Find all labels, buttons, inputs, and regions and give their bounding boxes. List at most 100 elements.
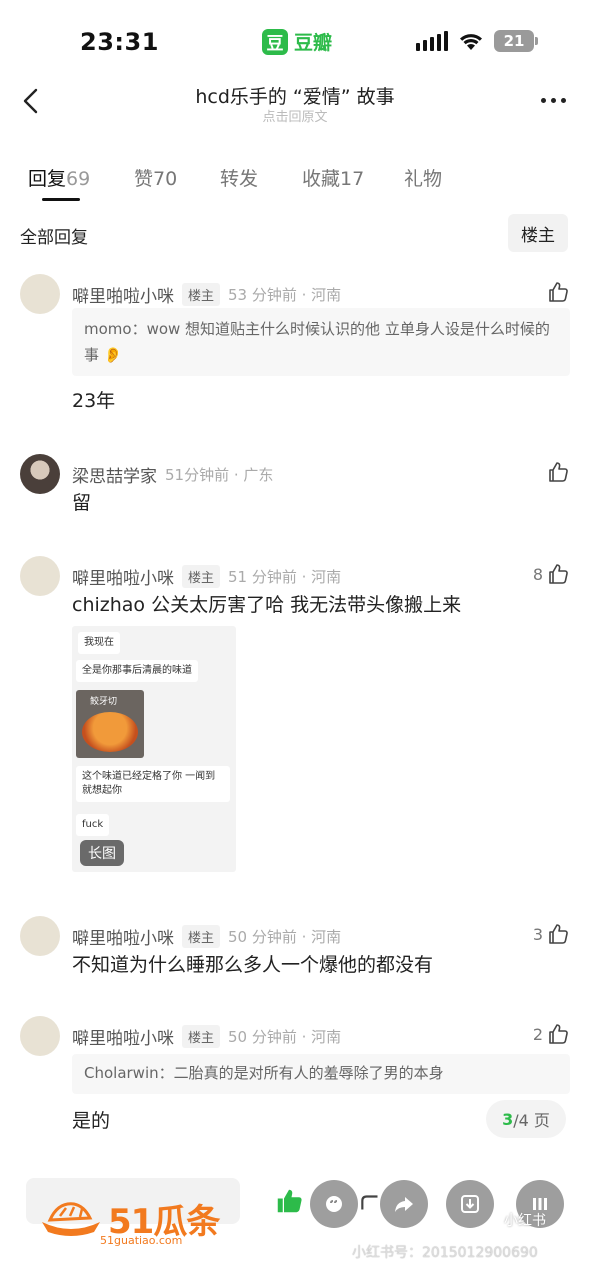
- tab-likes-label: 赞: [134, 168, 154, 190]
- thumbs-up-icon: [549, 924, 568, 944]
- comment-header: 梁思喆学家 51分钟前 · 广东: [72, 462, 273, 487]
- comment-author[interactable]: 噼里啪啦小咪: [72, 924, 174, 949]
- like-button[interactable]: 2: [533, 1022, 570, 1046]
- comment-meta: 53 分钟前 · 河南: [228, 286, 342, 304]
- like-count: 8: [532, 564, 543, 584]
- save-button[interactable]: [446, 1180, 494, 1228]
- comment-author[interactable]: 噼里啪啦小咪: [72, 564, 174, 589]
- watermark-url: 51guatiao.com: [100, 1234, 183, 1247]
- owner-badge: 楼主: [182, 925, 221, 948]
- xiaohongshu-id-watermark: 小红书号：2015012900690: [352, 1245, 538, 1261]
- wifi-icon: [460, 34, 482, 50]
- comment-button[interactable]: [310, 1180, 358, 1228]
- back-to-original-link[interactable]: 点击回原文: [0, 106, 590, 125]
- share-arrow-icon: [395, 1197, 413, 1212]
- pumpkin-image: 鲛牙切: [76, 690, 144, 758]
- comment-header: 噼里啪啦小咪 楼主 51 分钟前 · 河南: [72, 564, 341, 589]
- tab-likes-count: 70: [153, 168, 178, 190]
- like-post-icon[interactable]: [274, 1186, 304, 1216]
- signal-icon: [416, 31, 448, 51]
- chat-bubble: 全是你那事后清晨的味道: [76, 660, 198, 682]
- avatar[interactable]: [20, 274, 60, 314]
- pumpkin-caption: 鲛牙切: [90, 697, 118, 707]
- avatar[interactable]: [20, 556, 60, 596]
- more-options-icon[interactable]: [541, 98, 566, 103]
- tab-collections-label: 收藏: [302, 168, 341, 190]
- tab-likes[interactable]: 赞70: [134, 164, 177, 191]
- avatar[interactable]: [20, 454, 60, 494]
- page-indicator[interactable]: 3/4 页: [486, 1100, 566, 1138]
- all-replies-heading: 全部回复: [20, 228, 88, 248]
- comment-meta: 51分钟前 · 广东: [165, 466, 274, 484]
- comment-bubble-icon: [326, 1196, 342, 1212]
- status-time: 23:31: [80, 28, 159, 56]
- total-pages: /4 页: [513, 1111, 550, 1130]
- quoted-reply: momo：wow 想知道贴主什么时候认识的他 立单身人设是什么时候的事 👂: [72, 308, 570, 376]
- comment-item: 噼里啪啦小咪 楼主 53 分钟前 · 河南 momo：wow 想知道贴主什么时候…: [0, 274, 590, 424]
- comment-item: 梁思喆学家 51分钟前 · 广东 留: [0, 454, 590, 524]
- like-count: 2: [532, 1024, 543, 1044]
- comment-item: 噼里啪啦小咪 楼主 50 分钟前 · 河南 3 不知道为什么睡那么多人一个爆他的…: [0, 916, 590, 986]
- comment-text: 不知道为什么睡那么多人一个爆他的都没有: [72, 954, 434, 976]
- owner-only-filter-button[interactable]: 楼主: [508, 214, 568, 252]
- comment-meta: 50 分钟前 · 河南: [228, 928, 342, 946]
- comment-author[interactable]: 噼里啪啦小咪: [72, 282, 174, 307]
- tab-replies-count: 69: [66, 168, 91, 190]
- comment-author[interactable]: 噼里啪啦小咪: [72, 1024, 174, 1049]
- avatar[interactable]: [20, 916, 60, 956]
- tab-collections-count: 17: [340, 168, 365, 190]
- app-name: 豆瓣: [294, 32, 333, 54]
- tab-reshares[interactable]: 转发: [220, 164, 258, 191]
- like-button[interactable]: 8: [533, 562, 570, 586]
- page-title: hcd乐手的 “爱情” 故事: [195, 86, 395, 108]
- app-badge: 豆 豆瓣: [262, 28, 332, 55]
- battery-icon: 21: [494, 30, 538, 52]
- like-button[interactable]: 3: [533, 922, 570, 946]
- status-icons: 21: [416, 30, 538, 52]
- comment-text: 23年: [72, 390, 116, 412]
- tab-collections[interactable]: 收藏17: [302, 164, 364, 191]
- owner-badge: 楼主: [182, 283, 221, 306]
- watermark-logo: 51瓜条 51guatiao.com: [20, 1182, 220, 1247]
- active-tab-indicator: [42, 198, 80, 201]
- comment-meta: 50 分钟前 · 河南: [228, 1028, 342, 1046]
- watermark-ship-icon: [42, 1202, 100, 1236]
- tab-replies-label: 回复: [28, 168, 67, 190]
- avatar[interactable]: [20, 1016, 60, 1056]
- long-image-label: 长图: [80, 840, 124, 866]
- thumbs-up-icon: [549, 282, 568, 302]
- thumbs-up-icon: [549, 462, 568, 482]
- tab-gifts-label: 礼物: [404, 168, 443, 190]
- long-image-attachment[interactable]: 我现在 全是你那事后清晨的味道 鲛牙切 这个味道已经定格了你 一闻到就想起你 f…: [72, 626, 236, 872]
- current-page: 3: [502, 1109, 514, 1129]
- quoted-reply: Cholarwin：二胎真的是对所有人的羞辱除了男的本身: [72, 1054, 570, 1094]
- comment-header: 噼里啪啦小咪 楼主 50 分钟前 · 河南: [72, 1024, 341, 1049]
- comment-header: 噼里啪啦小咪 楼主 53 分钟前 · 河南: [72, 282, 341, 307]
- bottom-action-bar: 51瓜条 51guatiao.com 小红书 小红书号：201501290069…: [0, 1172, 590, 1280]
- comment-header: 噼里啪啦小咪 楼主 50 分钟前 · 河南: [72, 924, 341, 949]
- tab-gifts[interactable]: 礼物: [404, 164, 442, 191]
- tab-bar: 回复69 赞70 转发 收藏17 礼物: [0, 158, 590, 206]
- thumbs-up-icon: [549, 564, 568, 584]
- douban-logo-icon: 豆: [262, 28, 288, 55]
- thumbs-up-icon: [549, 1024, 568, 1044]
- chat-bubble: 这个味道已经定格了你 一闻到就想起你: [76, 766, 230, 802]
- share-button[interactable]: [380, 1180, 428, 1228]
- like-button[interactable]: [546, 460, 570, 484]
- like-button[interactable]: [546, 280, 570, 304]
- download-icon: [461, 1195, 479, 1213]
- comment-item: 噼里啪啦小咪 楼主 51 分钟前 · 河南 8 chizhao 公关太厉害了哈 …: [0, 556, 590, 616]
- comment-text: chizhao 公关太厉害了哈 我无法带头像搬上来: [72, 594, 462, 616]
- xiaohongshu-watermark: 小红书: [504, 1213, 546, 1229]
- comment-author[interactable]: 梁思喆学家: [72, 462, 157, 487]
- nav-header: hcd乐手的 “爱情” 故事 点击回原文: [0, 72, 590, 132]
- tab-replies[interactable]: 回复69: [28, 164, 90, 191]
- owner-badge: 楼主: [182, 565, 221, 588]
- chat-bubble: fuck: [76, 814, 110, 836]
- comment-text: 是的: [72, 1110, 111, 1132]
- comment-meta: 51 分钟前 · 河南: [228, 568, 342, 586]
- chat-bubble: 我现在: [78, 632, 120, 654]
- like-count: 3: [532, 924, 543, 944]
- owner-badge: 楼主: [182, 1025, 221, 1048]
- comment-text: 留: [72, 492, 92, 514]
